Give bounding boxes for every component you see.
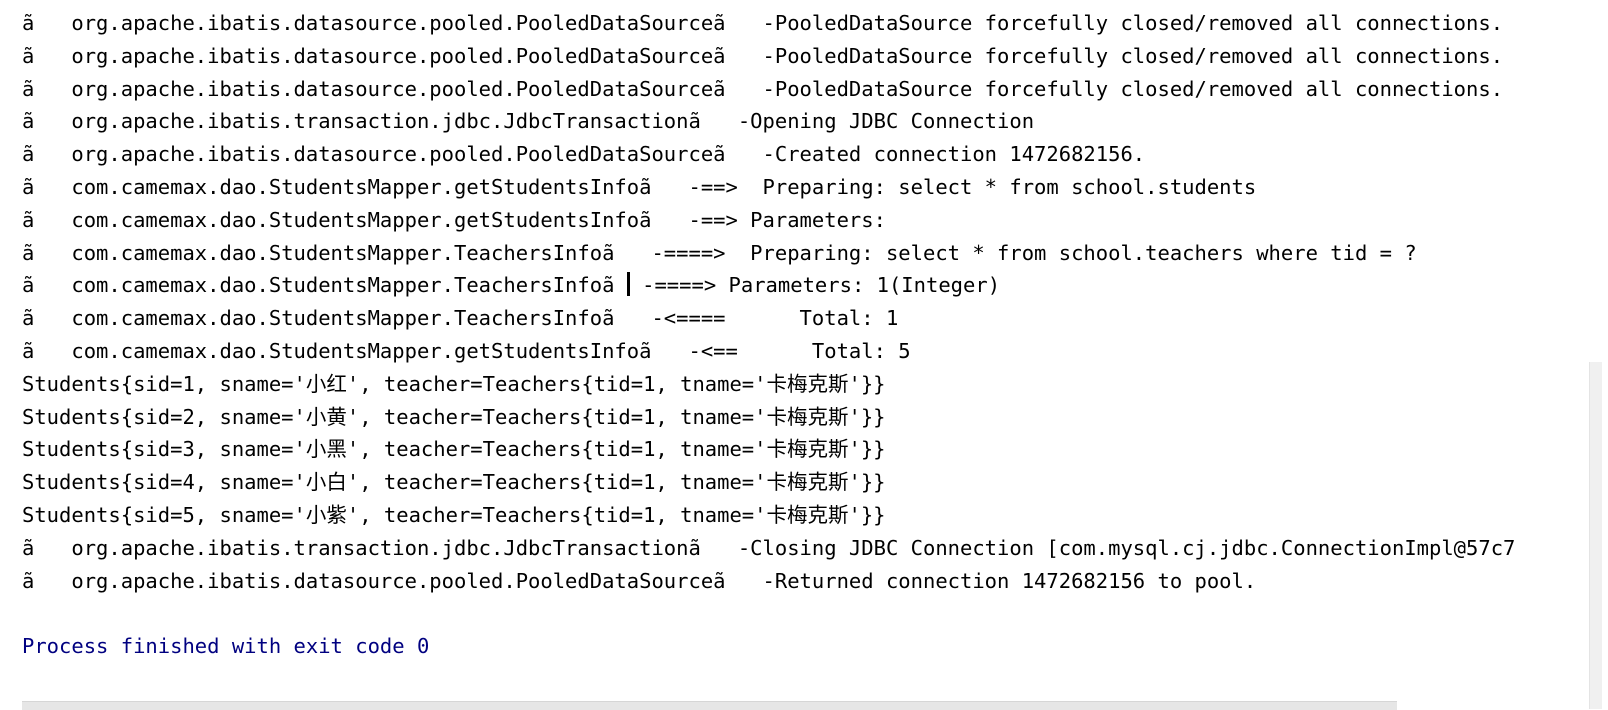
line-prefix: ã	[22, 338, 35, 363]
log-line: ã org.apache.ibatis.datasource.pooled.Po…	[22, 7, 1585, 40]
log-line: ã com.camemax.dao.StudentsMapper.getStud…	[22, 204, 1585, 237]
line-text: com.camemax.dao.StudentsMapper.TeachersI…	[71, 240, 1417, 265]
line-prefix: ã	[22, 306, 35, 331]
log-line: ã org.apache.ibatis.datasource.pooled.Po…	[22, 73, 1585, 106]
line-text: com.camemax.dao.StudentsMapper.getStuden…	[71, 174, 1257, 199]
log-line: ã org.apache.ibatis.datasource.pooled.Po…	[22, 40, 1585, 73]
console-lines: ã org.apache.ibatis.datasource.pooled.Po…	[22, 7, 1585, 663]
line-prefix: ã	[22, 109, 35, 134]
log-line: ã com.camemax.dao.StudentsMapper.Teacher…	[22, 237, 1585, 270]
output-line: Students{sid=2, sname='小黄', teacher=Teac…	[22, 404, 886, 429]
line-text: org.apache.ibatis.datasource.pooled.Pool…	[71, 142, 1146, 167]
log-line: ã com.camemax.dao.StudentsMapper.Teacher…	[22, 269, 1585, 302]
line-prefix: ã	[22, 568, 35, 593]
console-output-panel[interactable]: ã org.apache.ibatis.datasource.pooled.Po…	[0, 0, 1585, 709]
vertical-scrollbar-thumb[interactable]	[1589, 362, 1602, 709]
line-prefix: ã	[22, 174, 35, 199]
line-prefix: ã	[22, 11, 35, 35]
line-prefix: ã	[22, 207, 35, 232]
log-line: ã com.camemax.dao.StudentsMapper.getStud…	[22, 335, 1585, 368]
line-text: org.apache.ibatis.datasource.pooled.Pool…	[71, 568, 1257, 593]
line-text: com.camemax.dao.StudentsMapper.TeachersI…	[71, 273, 627, 298]
line-prefix: ã	[22, 142, 35, 167]
line-text: -====> Parameters: 1(Integer)	[629, 273, 1001, 298]
log-line: ã org.apache.ibatis.transaction.jdbc.Jdb…	[22, 105, 1585, 138]
line-text: com.camemax.dao.StudentsMapper.getStuden…	[71, 207, 899, 232]
line-prefix: ã	[22, 43, 35, 68]
output-line: Students{sid=1, sname='小红', teacher=Teac…	[22, 371, 886, 396]
output-line: Students{sid=5, sname='小紫', teacher=Teac…	[22, 502, 886, 527]
log-line: ã com.camemax.dao.StudentsMapper.Teacher…	[22, 302, 1585, 335]
line-text: org.apache.ibatis.datasource.pooled.Pool…	[71, 76, 1504, 101]
line-text: com.camemax.dao.StudentsMapper.getStuden…	[71, 338, 911, 363]
process-exit-message: Process finished with exit code 0	[22, 634, 430, 659]
log-line: ã com.camemax.dao.StudentsMapper.getStud…	[22, 171, 1585, 204]
line-text: com.camemax.dao.StudentsMapper.TeachersI…	[71, 306, 899, 331]
line-prefix: ã	[22, 535, 35, 560]
log-line: ã org.apache.ibatis.transaction.jdbc.Jdb…	[22, 532, 1585, 565]
log-line: ã org.apache.ibatis.datasource.pooled.Po…	[22, 138, 1585, 171]
line-prefix: ã	[22, 273, 35, 298]
line-text: org.apache.ibatis.datasource.pooled.Pool…	[71, 11, 1504, 35]
line-text: org.apache.ibatis.transaction.jdbc.JdbcT…	[71, 535, 1516, 560]
line-prefix: ã	[22, 240, 35, 265]
output-line: Students{sid=3, sname='小黑', teacher=Teac…	[22, 437, 886, 462]
line-prefix: ã	[22, 76, 35, 101]
output-line: Students{sid=4, sname='小白', teacher=Teac…	[22, 470, 886, 495]
line-text: org.apache.ibatis.datasource.pooled.Pool…	[71, 43, 1504, 68]
line-text: org.apache.ibatis.transaction.jdbc.JdbcT…	[71, 109, 1035, 134]
log-line: ã org.apache.ibatis.datasource.pooled.Po…	[22, 565, 1585, 598]
